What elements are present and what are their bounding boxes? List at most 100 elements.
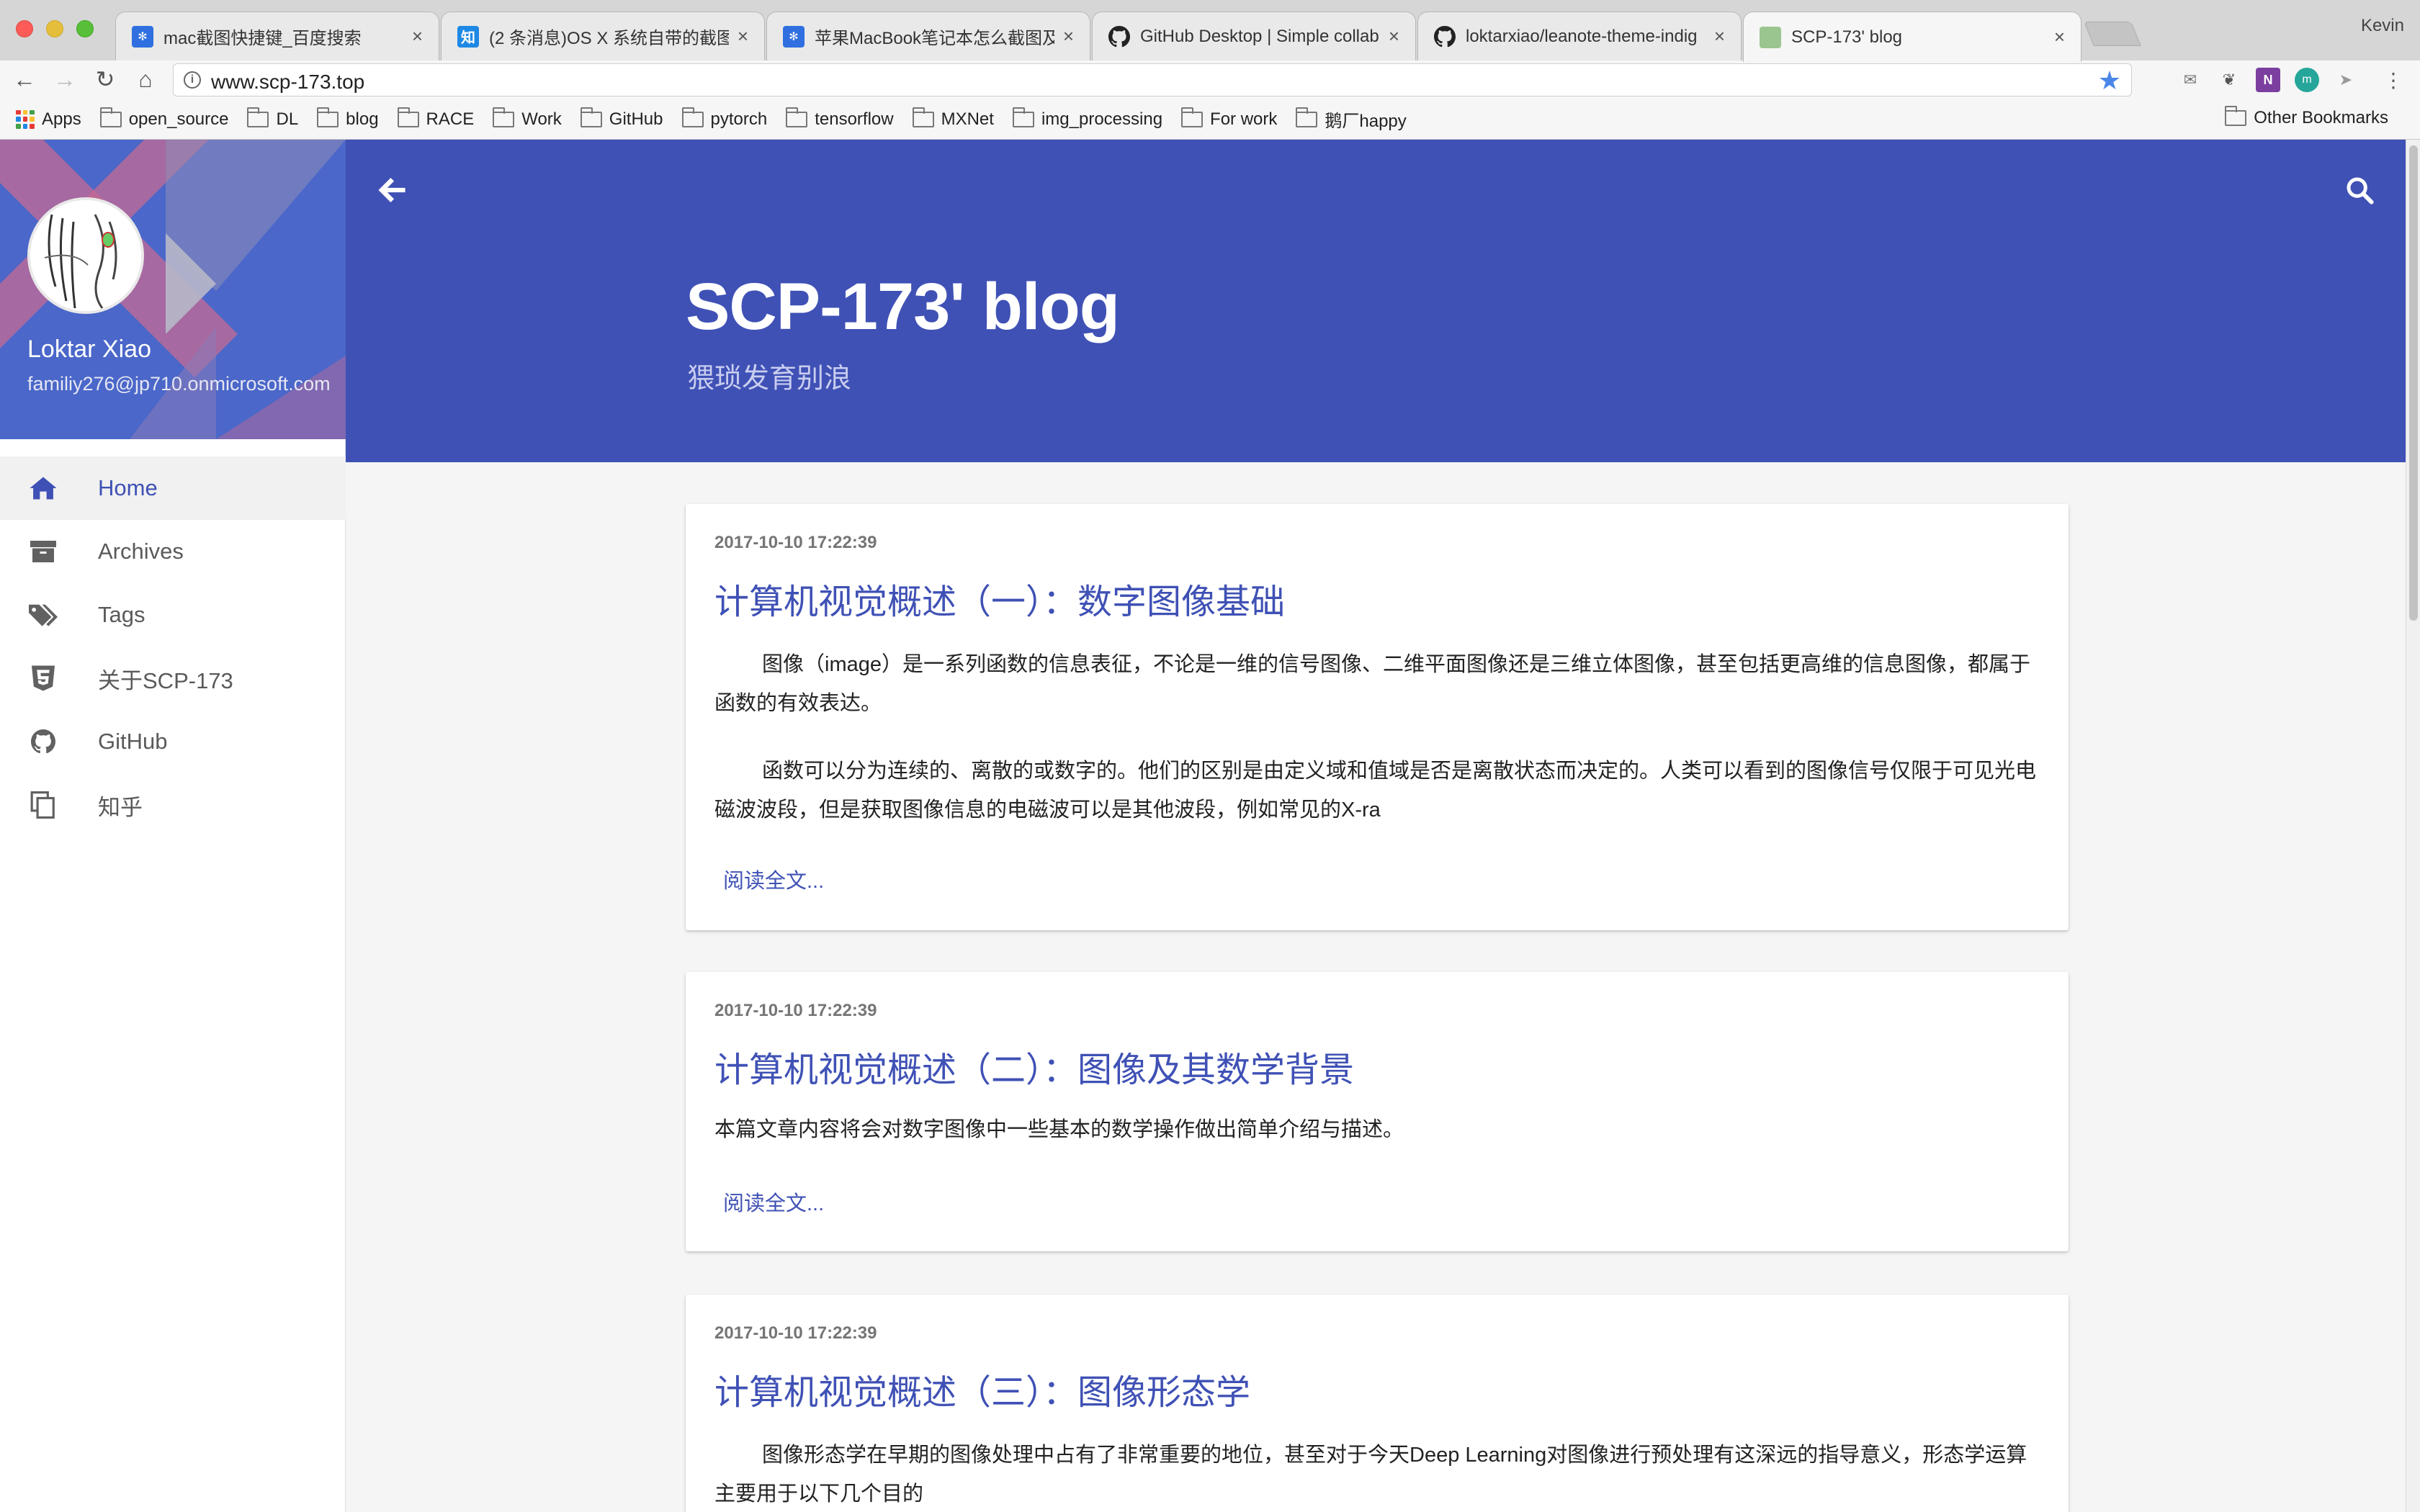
post-excerpt: 图像形态学在早期的图像处理中占有了非常重要的地位，甚至对于今天Deep Lear… [714,1436,2040,1512]
browser-tab[interactable]: GitHub Desktop | Simple collab × [1092,12,1416,60]
bookmark-folder[interactable]: open_source [99,107,228,130]
read-more-link[interactable]: 阅读全文... [723,864,824,894]
bookmark-folder[interactable]: Work [493,107,562,130]
gmail-extension-icon[interactable]: ✉ [2178,68,2202,92]
avatar-sketch-image [30,200,141,311]
read-more-link[interactable]: 阅读全文... [723,1187,824,1217]
bookmark-folder[interactable]: blog [317,107,379,130]
sidebar-item-github[interactable]: GitHub [0,710,346,773]
sidebar-item-about[interactable]: 关于SCP-173 [0,647,346,710]
window-minimize-button[interactable] [46,20,63,37]
onenote-extension-icon[interactable]: N [2256,68,2280,92]
profile-extension-icon[interactable]: m [2295,68,2319,92]
github-icon [1434,25,1456,48]
evernote-extension-icon[interactable]: ❦ [2217,68,2241,92]
url-text[interactable]: www.scp-173.top [211,71,364,94]
bookmark-apps[interactable]: Apps [16,109,81,130]
tab-title: loktarxiao/leanote-theme-indig [1466,26,1698,46]
bookmark-folder[interactable]: GitHub [580,107,663,130]
bookmark-folder[interactable]: img_processing [1012,107,1162,130]
sidebar-item-label: Archives [98,539,184,564]
bookmark-label: GitHub [609,109,663,129]
tab-title: mac截图快捷键_百度搜索 [163,29,362,48]
tab-title: SCP-173' blog [1791,27,1903,47]
browser-tab[interactable]: ✻ mac截图快捷键_百度搜索 × [115,12,439,60]
tab-close-icon[interactable]: × [1063,25,1074,48]
avatar[interactable] [27,197,144,314]
bookmark-folder[interactable]: tensorflow [786,107,894,130]
archive-icon [27,536,59,567]
bookmarks-bar: Apps open_source DL blog RACE Work GitHu… [0,99,2420,140]
tab-title: (2 条消息)OS X 系统自带的截图 [489,29,729,48]
home-browser-icon[interactable]: ⌂ [131,65,160,94]
bookmark-label: For work [1210,109,1278,129]
bookmark-label: pytorch [710,109,768,129]
sidebar-profile-header: Loktar Xiao familiy276@jp710.onmicrosoft… [0,140,346,439]
folder-icon [1012,107,1034,127]
back-icon[interactable]: ← [10,65,39,94]
scrollbar-thumb[interactable] [2409,145,2418,621]
browser-tab[interactable]: ✻ 苹果MacBook笔记本怎么截图及 × [766,12,1090,60]
back-arrow-icon[interactable] [370,168,413,212]
forward-icon[interactable]: → [50,65,79,94]
site-info-icon[interactable]: i [184,71,201,89]
sidebar-item-label: 知乎 [98,794,143,820]
site-title[interactable]: SCP-173' blog [686,269,1120,345]
browser-tab[interactable]: loktarxiao/leanote-theme-indig × [1417,12,1742,60]
tab-close-icon[interactable]: × [1714,25,1725,48]
bookmark-folder[interactable]: MXNet [912,107,994,130]
send-extension-icon[interactable]: ➤ [2334,68,2358,92]
folder-icon [2225,106,2247,126]
home-icon [27,472,59,504]
post-title-link[interactable]: 计算机视觉概述（三）：图像形态学 [714,1364,1250,1414]
copy-icon [27,789,59,821]
folder-icon [247,107,269,127]
bookmark-folder[interactable]: For work [1181,107,1278,130]
new-tab-button[interactable] [2084,22,2141,46]
sidebar-item-home[interactable]: Home [0,456,346,520]
bookmark-folder[interactable]: RACE [397,107,475,130]
bookmark-label: Other Bookmarks [2254,108,2388,127]
sidebar: Loktar Xiao familiy276@jp710.onmicrosoft… [0,140,346,1512]
browser-tab-active[interactable]: SCP-173' blog × [1743,12,2081,62]
address-bar[interactable]: i www.scp-173.top ★ [173,63,2132,96]
bookmark-label: MXNet [941,109,994,129]
browser-menu-icon[interactable]: ⋮ [2381,68,2406,92]
tab-close-icon[interactable]: × [738,25,748,48]
sidebar-item-label: Home [98,475,158,500]
search-icon[interactable] [2338,168,2381,212]
reload-icon[interactable]: ↻ [91,65,120,94]
profile-name: Loktar Xiao [27,336,151,363]
folder-icon [786,107,808,127]
post-paragraph: 图像（image）是一系列函数的信息表征，不论是一维的信号图像、二维平面图像还是… [714,653,2030,715]
post-paragraph: 图像形态学在早期的图像处理中占有了非常重要的地位，甚至对于今天Deep Lear… [714,1444,2027,1506]
window-zoom-button[interactable] [76,20,94,37]
sidebar-item-tags[interactable]: Tags [0,583,346,647]
bookmark-folder[interactable]: DL [247,107,298,130]
sidebar-item-archives[interactable]: Archives [0,520,346,583]
browser-tab[interactable]: 知 (2 条消息)OS X 系统自带的截图 × [441,12,765,60]
tags-icon [27,599,59,631]
baidu-paw-icon: ✻ [783,25,805,48]
bookmark-label: RACE [426,109,475,129]
window-close-button[interactable] [16,20,33,37]
post-title-link[interactable]: 计算机视觉概述（一）：数字图像基础 [714,573,1285,624]
other-bookmarks[interactable]: Other Bookmarks [2225,106,2388,128]
browser-profile-name[interactable]: Kevin [2361,16,2404,36]
post-paragraph: 函数可以分为连续的、离散的或数字的。他们的区别是由定义域和值域是否是离散状态而决… [714,760,2037,822]
tab-close-icon[interactable]: × [1389,25,1399,48]
post-title-link[interactable]: 计算机视觉概述（二）：图像及其数学背景 [714,1041,1354,1092]
sidebar-item-zhihu[interactable]: 知乎 [0,773,346,837]
bookmark-folder[interactable]: 鹅厂happy [1296,107,1407,132]
bookmark-star-icon[interactable]: ★ [2098,66,2121,96]
tab-close-icon[interactable]: × [2054,26,2065,48]
sidebar-item-label: Tags [98,602,145,627]
folder-icon [580,107,602,127]
bookmark-label: Apps [42,109,81,129]
profile-email: familiy276@jp710.onmicrosoft.com [27,373,331,395]
github-icon [27,726,59,757]
bookmark-folder[interactable]: pytorch [681,107,768,130]
page-scrollbar[interactable] [2406,140,2420,1512]
bookmark-label: blog [346,109,379,129]
tab-close-icon[interactable]: × [412,25,423,48]
